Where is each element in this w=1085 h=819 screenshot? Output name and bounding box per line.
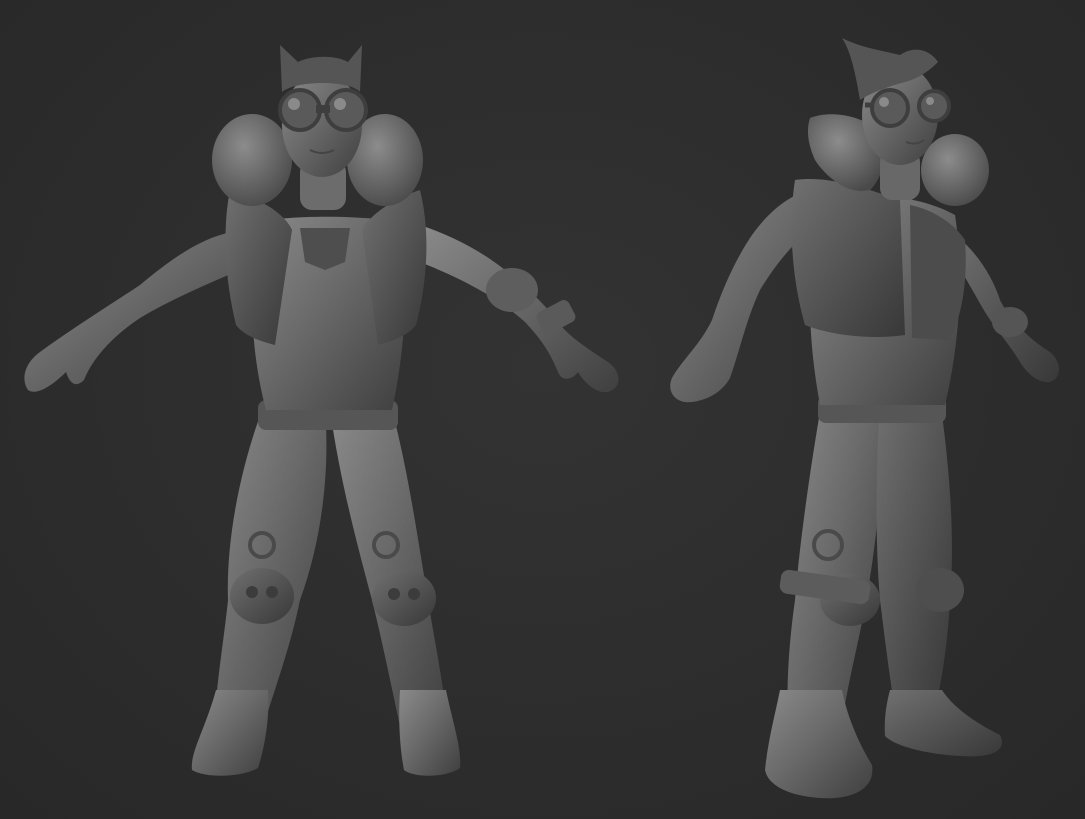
three-quarter-view-figure [670, 38, 1059, 799]
tq-back-kneepad [916, 568, 964, 612]
tq-front-boot [765, 690, 873, 799]
tq-fur-collar-back [921, 134, 989, 206]
tq-back-leg [876, 400, 952, 710]
front-right-kneepad [372, 570, 436, 626]
front-left-arm [24, 232, 240, 392]
tq-back-boot [884, 690, 1002, 757]
sculpt-viewport [0, 0, 1085, 819]
front-left-kneepad [230, 568, 294, 624]
front-right-boot [399, 690, 461, 776]
tq-vest [791, 179, 905, 337]
front-left-boot [191, 690, 269, 776]
front-view-figure [24, 45, 619, 776]
sculpt-render [24, 38, 1059, 799]
front-right-cuff [486, 268, 538, 312]
front-right-leg [330, 410, 448, 735]
front-fur-collar-left [212, 114, 292, 206]
